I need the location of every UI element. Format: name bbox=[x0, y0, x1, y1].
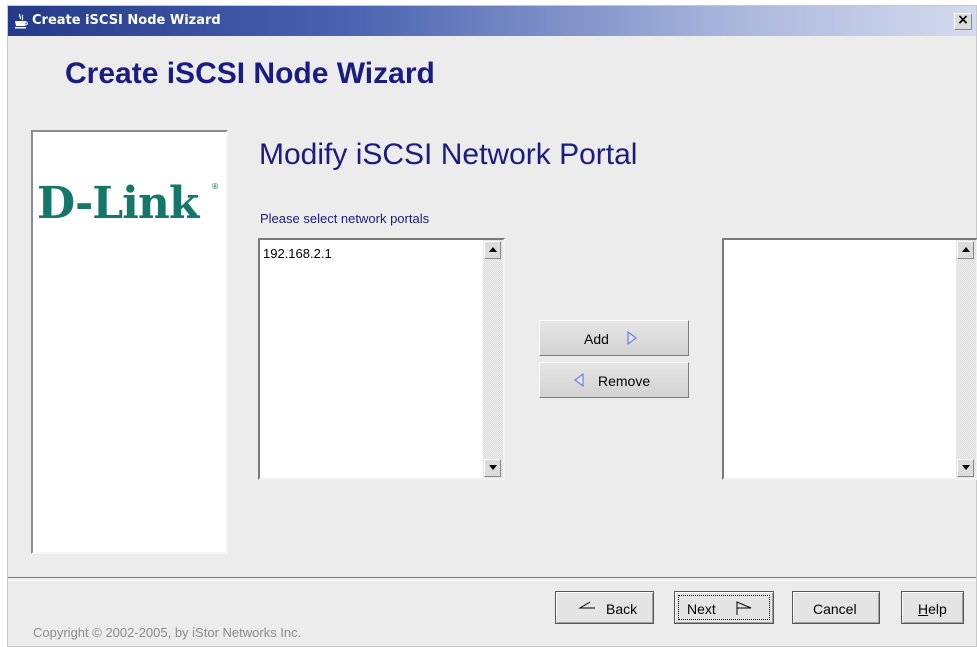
portal-list-item[interactable]: 192.168.2.1 bbox=[262, 246, 481, 262]
next-button-label: Next bbox=[687, 601, 716, 617]
scroll-up-button[interactable] bbox=[957, 241, 974, 259]
add-button-label: Add bbox=[584, 331, 609, 347]
wizard-window: Create iSCSI Node Wizard × Create iSCSI … bbox=[7, 5, 977, 647]
scroll-down-button[interactable] bbox=[957, 459, 974, 477]
window-title: Create iSCSI Node Wizard bbox=[32, 13, 221, 28]
triangle-up-icon bbox=[489, 247, 497, 252]
registered-mark: ® bbox=[211, 182, 219, 191]
cancel-button-label: Cancel bbox=[813, 601, 857, 617]
close-icon: × bbox=[957, 12, 969, 28]
available-portals-items: 192.168.2.1 bbox=[262, 246, 481, 262]
next-flag-icon bbox=[736, 601, 752, 615]
java-cup-icon bbox=[14, 13, 28, 29]
wizard-heading: Create iSCSI Node Wizard bbox=[65, 57, 435, 90]
triangle-up-icon bbox=[962, 247, 970, 252]
triangle-down-icon bbox=[962, 465, 970, 470]
available-portals-scrollbar[interactable] bbox=[483, 240, 503, 478]
remove-button[interactable]: Remove bbox=[539, 362, 689, 398]
triangle-left-icon bbox=[574, 373, 584, 387]
add-button[interactable]: Add bbox=[539, 320, 689, 356]
close-button[interactable]: × bbox=[954, 13, 972, 30]
cancel-button[interactable]: Cancel bbox=[792, 591, 880, 624]
title-bar: Create iSCSI Node Wizard × bbox=[8, 6, 976, 36]
scroll-down-button[interactable] bbox=[484, 459, 501, 477]
help-button[interactable]: Help bbox=[901, 591, 964, 624]
logo-panel: D-Link ® bbox=[31, 130, 228, 554]
scroll-up-button[interactable] bbox=[484, 241, 501, 259]
footer-separator bbox=[8, 577, 976, 581]
copyright-text: Copyright © 2002-2005, by iStor Networks… bbox=[33, 625, 302, 640]
back-button-label: Back bbox=[606, 601, 638, 617]
portal-list-label: Please select network portals bbox=[260, 211, 430, 226]
remove-button-label: Remove bbox=[598, 373, 651, 389]
selected-portals-scrollbar[interactable] bbox=[956, 240, 976, 478]
back-button[interactable]: Back bbox=[555, 591, 654, 624]
triangle-right-icon bbox=[627, 331, 637, 345]
next-button[interactable]: Next bbox=[674, 591, 774, 624]
help-button-label: Help bbox=[918, 601, 947, 617]
available-portals-list[interactable]: 192.168.2.1 bbox=[258, 238, 505, 480]
triangle-down-icon bbox=[489, 465, 497, 470]
help-mnemonic: H bbox=[918, 601, 929, 617]
back-flag-icon bbox=[578, 601, 595, 609]
selected-portals-list[interactable] bbox=[722, 238, 977, 480]
dlink-logo: D-Link bbox=[37, 178, 199, 229]
help-rest: elp bbox=[928, 601, 947, 617]
step-title: Modify iSCSI Network Portal bbox=[259, 138, 638, 171]
